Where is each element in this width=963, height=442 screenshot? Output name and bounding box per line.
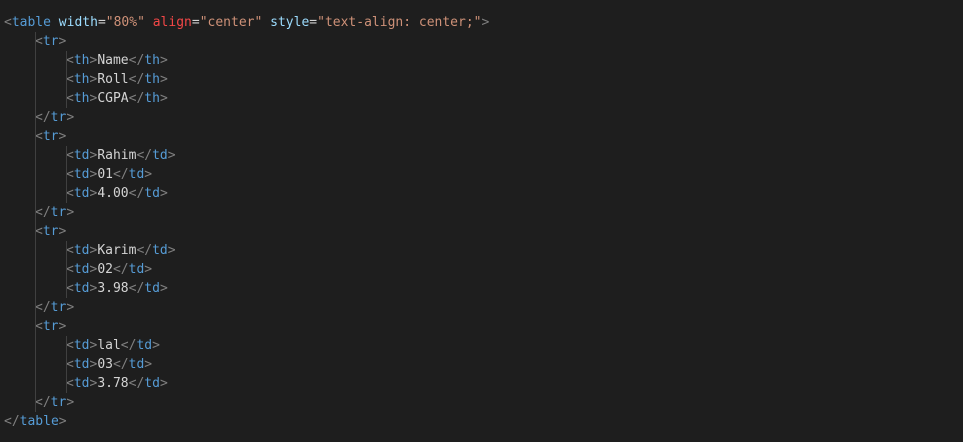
code-line-cell: <td>Rahim</td>: [0, 146, 963, 165]
cell-text: 4.00: [97, 186, 129, 201]
code-line-cell: <td>4.00</td>: [0, 184, 963, 203]
code-line-cell: <td>02</td>: [0, 260, 963, 279]
cell-text: CGPA: [97, 91, 129, 106]
cell-text: 03: [97, 357, 113, 372]
code-line-tr-close: </tr>: [35, 298, 75, 317]
attr-name: style: [270, 15, 310, 30]
cell-text: Rahim: [97, 148, 137, 163]
code-line-cell: <td>3.98</td>: [0, 279, 963, 298]
code-line-tr-open: <tr>: [35, 222, 67, 241]
code-line-tr-open: <tr>: [35, 32, 67, 51]
cell-text: 3.98: [97, 281, 129, 296]
cell-text: 3.78: [97, 376, 129, 391]
code-line-cell: <td>lal</td>: [0, 336, 963, 355]
tag-name: table: [11, 15, 51, 30]
code-line-cell: <td>03</td>: [0, 355, 963, 374]
code-editor[interactable]: <table width="80%" align="center" style=…: [0, 0, 963, 442]
cell-text: lal: [97, 338, 121, 353]
code-line-cell: <th>Roll</th>: [0, 70, 963, 89]
cell-text: Karim: [97, 243, 137, 258]
attr-value: "text-align: center;": [317, 15, 482, 30]
code-line-tr-open: <tr>: [35, 127, 67, 146]
code-line-tr-open: <tr>: [35, 317, 67, 336]
cell-text: Name: [97, 53, 129, 68]
code-line-table-open: <table width="80%" align="center" style=…: [4, 15, 490, 30]
cell-text: 02: [97, 262, 113, 277]
code-line-cell: <th>CGPA</th>: [0, 89, 963, 108]
code-line-tr-close: </tr>: [35, 108, 75, 127]
code-line-cell: <th>Name</th>: [0, 51, 963, 70]
code-line-tr-close: </tr>: [35, 203, 75, 222]
attr-name: align: [152, 15, 192, 30]
code-line-cell: <td>01</td>: [0, 165, 963, 184]
code-line-tr-close: </tr>: [35, 393, 75, 412]
cell-text: 01: [97, 167, 113, 182]
attr-name: width: [58, 15, 98, 30]
attr-value: "center": [199, 15, 263, 30]
code-line-table-close: </table>: [4, 414, 67, 429]
attr-value: "80%": [105, 15, 145, 30]
code-line-cell: <td>3.78</td>: [0, 374, 963, 393]
code-line-cell: <td>Karim</td>: [0, 241, 963, 260]
cell-text: Roll: [97, 72, 129, 87]
